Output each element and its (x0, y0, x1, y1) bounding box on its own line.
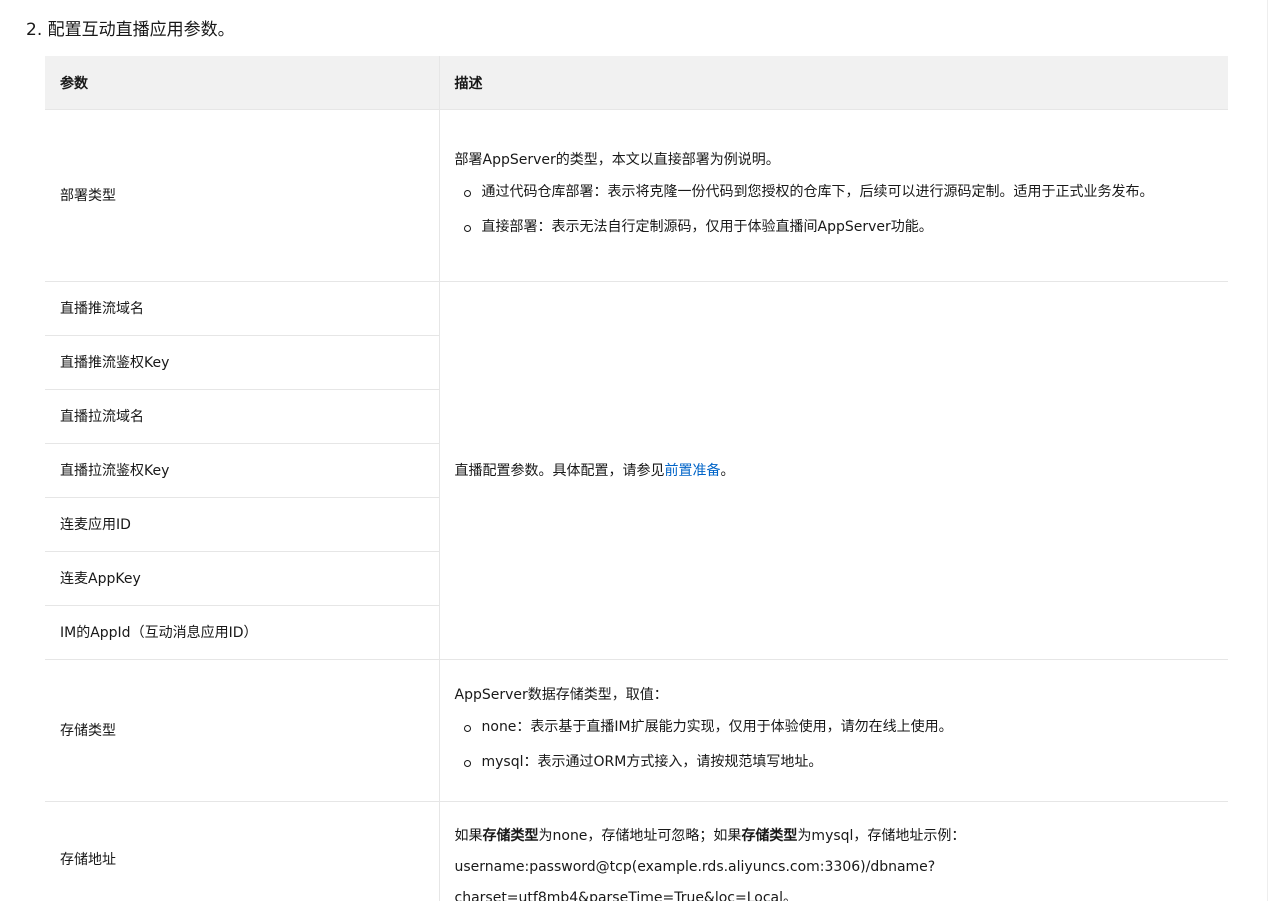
param-name: 连麦应用ID (45, 497, 439, 552)
option-text: 直接部署：表示无法自行定制源码，仅用于体验直播间AppServer功能。 (481, 218, 933, 235)
storage-address-text: 如果存储类型为none，存储地址可忽略；如果存储类型为mysql，存储地址示例：… (455, 806, 1214, 901)
header-desc: 描述 (438, 56, 1228, 110)
param-name: 存储地址 (45, 801, 439, 901)
option-text: none：表示基于直播IM扩展能力实现，仅用于体验使用，请勿在线上使用。 (481, 718, 953, 735)
table-row: 部署类型 部署AppServer的类型，本文以直接部署为例说明。 通过代码仓库部… (45, 109, 1228, 282)
desc-intro: AppServer数据存储类型，取值： (454, 686, 668, 703)
header-param: 参数 (45, 56, 439, 110)
param-name: 直播推流鉴权Key (45, 335, 439, 390)
desc-text: 。 (720, 462, 735, 479)
option-list: 通过代码仓库部署：表示将克隆一份代码到您授权的仓库下，后续可以进行源码定制。适用… (455, 177, 1214, 243)
circle-bullet-icon (463, 724, 471, 732)
bold-term: 存储类型 (741, 828, 798, 844)
list-item: 直接部署：表示无法自行定制源码，仅用于体验直播间AppServer功能。 (455, 212, 1214, 243)
list-item: mysql：表示通过ORM方式接入，请按规范填写地址。 (455, 747, 1214, 778)
param-desc: 如果存储类型为none，存储地址可忽略；如果存储类型为mysql，存储地址示例：… (438, 801, 1228, 901)
param-name: 连麦AppKey (45, 551, 439, 606)
param-name: 直播拉流鉴权Key (45, 443, 439, 498)
circle-bullet-icon (463, 224, 471, 232)
table-row: 存储类型 AppServer数据存储类型，取值： none：表示基于直播IM扩展… (45, 659, 1228, 802)
list-item: 通过代码仓库部署：表示将克隆一份代码到您授权的仓库下，后续可以进行源码定制。适用… (455, 177, 1214, 208)
desc-text: 为none，存储地址可忽略；如果 (538, 828, 742, 844)
option-list: none：表示基于直播IM扩展能力实现，仅用于体验使用，请勿在线上使用。 mys… (455, 712, 1214, 778)
param-desc: AppServer数据存储类型，取值： none：表示基于直播IM扩展能力实现，… (438, 659, 1228, 802)
desc-text: charset=utf8mb4&parseTime=True&loc=Local… (454, 890, 798, 901)
param-name: 部署类型 (45, 109, 439, 282)
bold-term: 存储类型 (482, 828, 539, 844)
circle-bullet-icon (463, 189, 471, 197)
param-name: 存储类型 (45, 659, 439, 802)
param-name: IM的AppId（互动消息应用ID） (45, 605, 439, 660)
param-name: 直播拉流域名 (45, 389, 439, 444)
scrollbar[interactable] (1267, 0, 1282, 901)
desc-text: username:password@tcp(example.rds.aliyun… (454, 859, 936, 875)
table-row: 存储地址 如果存储类型为none，存储地址可忽略；如果存储类型为mysql，存储… (45, 801, 1228, 901)
option-text: 通过代码仓库部署：表示将克隆一份代码到您授权的仓库下，后续可以进行源码定制。适用… (481, 183, 1154, 200)
document-page: 2. 配置互动直播应用参数。 参数 描述 部署类型 部署AppServer的类型… (0, 0, 1282, 901)
list-item: none：表示基于直播IM扩展能力实现，仅用于体验使用，请勿在线上使用。 (455, 712, 1214, 743)
desc-intro: 部署AppServer的类型，本文以直接部署为例说明。 (454, 151, 780, 168)
param-desc: 直播配置参数。具体配置，请参见前置准备。 (438, 281, 1228, 660)
desc-text: 为mysql，存储地址示例： (797, 828, 966, 844)
step-heading: 2. 配置互动直播应用参数。 (26, 20, 235, 40)
option-text: mysql：表示通过ORM方式接入，请按规范填写地址。 (481, 753, 823, 770)
table-header-row: 参数 描述 (45, 56, 1228, 110)
param-desc: 部署AppServer的类型，本文以直接部署为例说明。 通过代码仓库部署：表示将… (438, 109, 1228, 282)
desc-text: 如果 (454, 828, 483, 844)
desc-text: 直播配置参数。具体配置，请参见 (454, 462, 665, 479)
circle-bullet-icon (463, 759, 471, 767)
table-row: 直播推流域名 直播配置参数。具体配置，请参见前置准备。 (45, 281, 1228, 660)
param-name: 直播推流域名 (45, 281, 439, 336)
prerequisites-link[interactable]: 前置准备 (665, 463, 721, 479)
parameters-table: 参数 描述 部署类型 部署AppServer的类型，本文以直接部署为例说明。 通… (45, 56, 1228, 901)
